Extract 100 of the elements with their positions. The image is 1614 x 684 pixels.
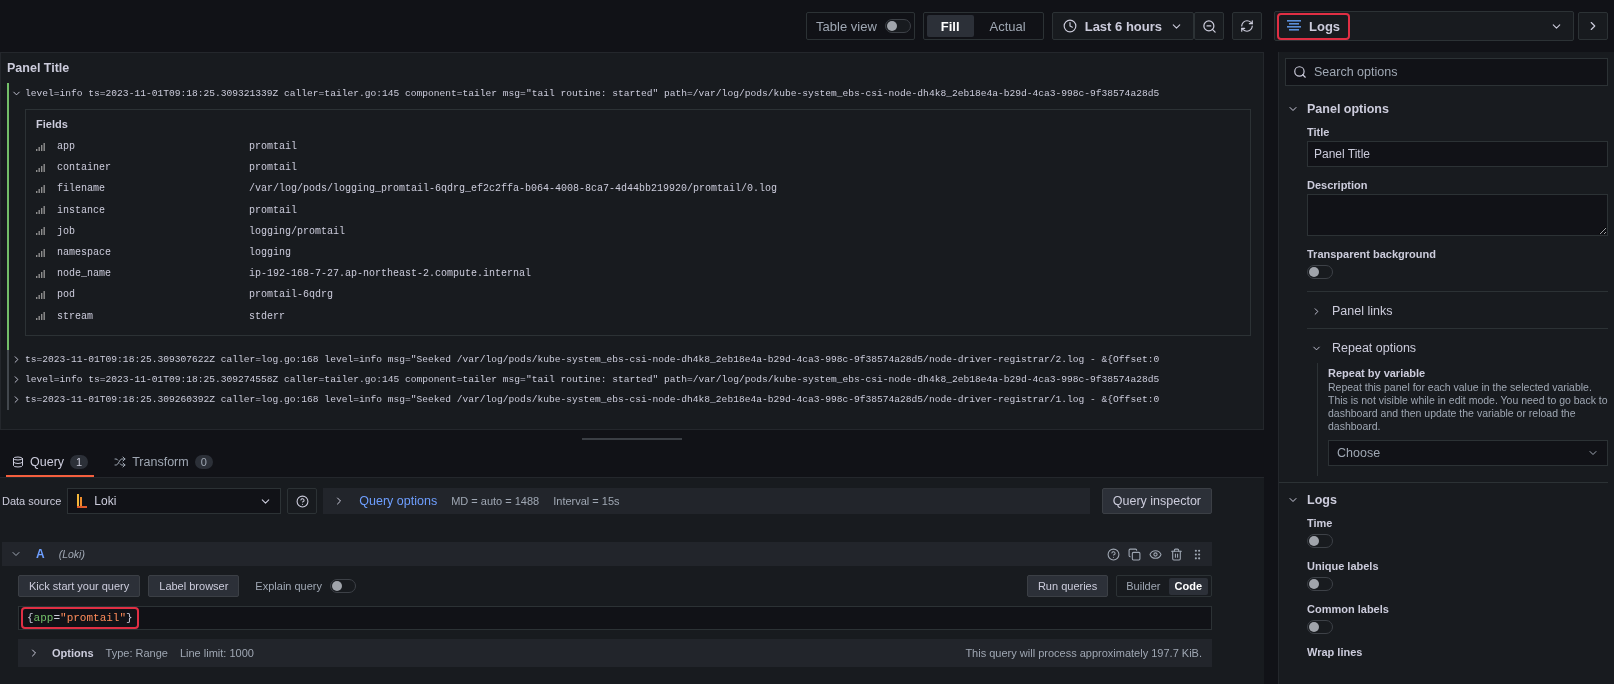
loki-logo-icon: [76, 493, 89, 509]
subsection-title: Repeat options: [1332, 341, 1417, 355]
zoom-out-icon: [1201, 18, 1217, 34]
section-title: Panel options: [1307, 102, 1389, 116]
log-text: ts=2023-11-01T09:18:25.309260392Z caller=log.go:168 level=info msg="Seeked /var/log/pods/kube-system_ebs-csi-node-dh4k8_2eb18e4a-b29d-4ca3-998c-9f38574a28d5/node-driver-registrar/1.log - &{Offset:0: [25, 394, 1160, 406]
query-expression: {app="promtail"}: [21, 607, 139, 629]
run-queries-button[interactable]: Run queries: [1026, 575, 1109, 597]
toggle-switch[interactable]: [1307, 619, 1333, 634]
field-value: /var/log/pods/logging_promtail-6qdrg_ef2c2ffa-b064-4008-8ca7-4d44bb219920/promtail/0.log: [249, 183, 778, 195]
log-line[interactable]: level=info ts=2023-11-01T09:18:25.309321339Z caller=tailer.go:145 component=tailer msg="tail routine: started" path=/var/log/pods/kube-system_ebs-csi-node-dh4k8_2eb18e4a-b29d-4ca3-998c-9f38574a28d5: [7, 83, 1257, 103]
eye-icon: [1149, 547, 1162, 561]
table-view-toggle[interactable]: Table view: [806, 12, 915, 40]
interval-info: Interval = 15s: [553, 495, 620, 507]
query-header[interactable]: A (Loki): [2, 542, 1212, 566]
query-helper-button[interactable]: Label browser: [148, 575, 240, 597]
log-line[interactable]: ts=2023-11-01T09:18:25.309307622Z caller=log.go:168 level=info msg="Seeked /var/log/pods/kube-system_ebs-csi-node-dh4k8_2eb18e4a-b29d-4ca3-998c-9f38574a28d5/node-driver-registrar/2.log - &{Offset:0: [7, 349, 1257, 370]
field-label: Repeat by variable: [1328, 367, 1427, 379]
field-key: instance: [57, 204, 249, 216]
query-editor[interactable]: {app="promtail"}: [18, 606, 1212, 630]
max-data-points: MD = auto = 1488: [451, 495, 540, 507]
title-input[interactable]: Panel Title: [1307, 141, 1608, 167]
visualization-picker[interactable]: Logs: [1274, 11, 1574, 41]
refresh-icon: [1240, 19, 1254, 33]
log-text: ts=2023-11-01T09:18:25.309307622Z caller=log.go:168 level=info msg="Seeked /var/log/pods/kube-system_ebs-csi-node-dh4k8_2eb18e4a-b29d-4ca3-998c-9f38574a28d5/node-driver-registrar/2.log - &{Offset:0: [25, 354, 1160, 366]
editor-mode-option[interactable]: Code: [1168, 577, 1208, 595]
query-options-link[interactable]: Query options: [359, 494, 438, 508]
refresh-button[interactable]: [1232, 12, 1262, 40]
database-icon: [12, 455, 24, 468]
log-text: level=info ts=2023-11-01T09:18:25.309321339Z caller=tailer.go:145 component=tailer msg="tail routine: started" path=/var/log/pods/kube-system_ebs-csi-node-dh4k8_2eb18e4a-b29d-4ca3-998c-9f38574a28d5: [25, 87, 1160, 99]
editor-tab[interactable]: Transform 0: [108, 448, 219, 477]
field-value: ip-192-168-7-27.ap-northeast-2.compute.internal: [249, 268, 532, 280]
toggle-switch[interactable]: [1307, 533, 1333, 548]
clock-icon: [1062, 19, 1077, 33]
switch-label: Wrap lines: [1307, 645, 1364, 658]
log-line[interactable]: level=info ts=2023-11-01T09:18:25.309274558Z caller=tailer.go:145 component=tailer msg="tail routine: started" path=/var/log/pods/kube-system_ebs-csi-node-dh4k8_2eb18e4a-b29d-4ca3-998c-9f38574a28d5: [7, 369, 1257, 390]
size-mode-option[interactable]: Fill: [926, 15, 974, 37]
count-badge: 1: [70, 454, 89, 469]
help-icon: [295, 494, 309, 508]
section-header[interactable]: Logs: [1287, 492, 1608, 507]
field-value: promtail: [249, 162, 297, 174]
help-icon: [1107, 547, 1120, 561]
switch-label: Transparent background: [1307, 248, 1436, 260]
field-value: stderr: [249, 310, 285, 322]
field-key: stream: [57, 310, 249, 322]
log-line[interactable]: ts=2023-11-01T09:18:25.309260392Z caller=log.go:168 level=info msg="Seeked /var/log/pods/kube-system_ebs-csi-node-dh4k8_2eb18e4a-b29d-4ca3-998c-9f38574a28d5/node-driver-registrar/1.log - &{Offset:0: [7, 389, 1257, 410]
bar-chart-icon[interactable]: [36, 269, 45, 278]
bar-chart-icon[interactable]: [36, 290, 45, 299]
data-source-select[interactable]: Loki: [67, 488, 282, 514]
toggle-switch[interactable]: [1307, 576, 1333, 591]
resize-handle[interactable]: [582, 438, 682, 440]
field-key: container: [57, 162, 249, 174]
explain-query-label: Explain query: [255, 580, 322, 592]
field-value: logging/promtail: [249, 225, 345, 237]
toggle-switch[interactable]: [330, 579, 356, 593]
switch-label: Unique labels: [1307, 559, 1379, 572]
query-helper-button[interactable]: Kick start your query: [18, 575, 141, 597]
toggle-switch[interactable]: [884, 19, 911, 33]
size-mode-option[interactable]: Actual: [975, 15, 1040, 37]
time-range-picker[interactable]: Last 6 hours: [1051, 12, 1194, 40]
bar-chart-icon[interactable]: [36, 312, 45, 321]
bar-chart-icon[interactable]: [36, 206, 45, 215]
query-inspector-button[interactable]: Query inspector: [1101, 488, 1212, 514]
subsection-header[interactable]: Panel links: [1307, 300, 1608, 322]
panel-title: Panel Title: [7, 60, 71, 77]
field-key: pod: [57, 289, 249, 301]
zoom-out-button[interactable]: [1194, 12, 1224, 40]
log-text: level=info ts=2023-11-01T09:18:25.309274558Z caller=tailer.go:145 component=tailer msg="tail routine: started" path=/var/log/pods/kube-system_ebs-csi-node-dh4k8_2eb18e4a-b29d-4ca3-998c-9f38574a28d5: [25, 374, 1160, 386]
bar-chart-icon[interactable]: [36, 248, 45, 257]
bar-chart-icon[interactable]: [36, 227, 45, 236]
field-key: app: [57, 141, 249, 153]
bar-chart-icon[interactable]: [36, 163, 45, 172]
switch-label: Common labels: [1307, 602, 1389, 615]
query-ref: A: [36, 547, 45, 561]
field-key: job: [57, 225, 249, 237]
visualization-label: Logs: [1309, 18, 1341, 34]
help-button[interactable]: [287, 488, 318, 514]
field-value: logging: [249, 247, 291, 259]
field-key: namespace: [57, 247, 249, 259]
search-field[interactable]: Search options: [1285, 58, 1608, 86]
subsection-header[interactable]: Repeat options: [1307, 337, 1608, 359]
section-header[interactable]: Panel options: [1287, 102, 1608, 116]
transform-icon: [114, 455, 127, 468]
query-type: Type: Range: [105, 647, 168, 659]
variable-select[interactable]: Choose: [1328, 439, 1608, 466]
bar-chart-icon[interactable]: [36, 142, 45, 151]
toggle-switch[interactable]: [1307, 265, 1333, 279]
field-value: promtail: [249, 141, 297, 153]
field-label: Title: [1307, 126, 1331, 138]
field-value: promtail-6qdrg: [249, 289, 333, 301]
field-label: Description: [1307, 179, 1369, 191]
field-value: promtail: [249, 204, 297, 216]
bar-chart-icon[interactable]: [36, 184, 45, 193]
list-icon: [1287, 20, 1301, 32]
editor-mode-option[interactable]: Builder: [1120, 577, 1167, 595]
section-title: Logs: [1307, 492, 1337, 507]
query-options-row[interactable]: Options Type: Range Line limit: 1000 This query will process approximately 197.7 KiB.: [18, 639, 1212, 667]
switch-label: Time: [1307, 516, 1333, 529]
options-label: Options: [52, 647, 94, 659]
line-limit: Line limit: 1000: [179, 647, 254, 659]
count-badge: 0: [194, 454, 213, 469]
